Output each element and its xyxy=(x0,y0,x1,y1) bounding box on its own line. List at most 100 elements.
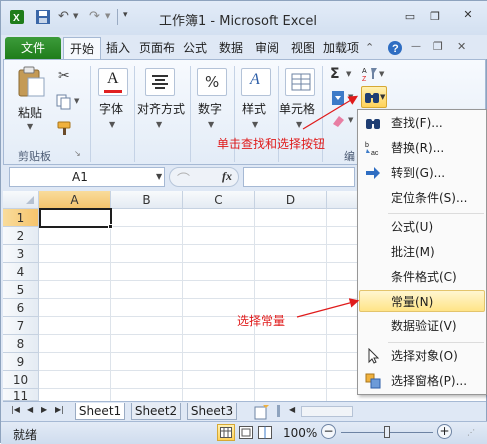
autosum-dropdown-icon[interactable]: ▼ xyxy=(346,70,351,78)
row-header-4[interactable]: 4 xyxy=(3,263,39,281)
row-header-2[interactable]: 2 xyxy=(3,227,39,245)
column-header-c[interactable]: C xyxy=(183,191,255,209)
sort-filter-dropdown-icon[interactable]: ▼ xyxy=(379,70,384,78)
tab-formulas[interactable]: 公式 xyxy=(179,37,211,59)
row-header-11[interactable]: 11 xyxy=(3,389,39,401)
next-sheet-icon[interactable]: ▶ xyxy=(41,405,47,414)
copy-dropdown-icon[interactable]: ▼ xyxy=(74,97,79,105)
row-header-8[interactable]: 8 xyxy=(3,335,39,353)
menu-item-comments[interactable]: 批注(M) xyxy=(359,241,485,263)
tab-addins[interactable]: 加载项 xyxy=(323,37,359,59)
copy-icon[interactable] xyxy=(56,94,72,110)
tab-data[interactable]: 数据 xyxy=(215,37,247,59)
tab-insert[interactable]: 插入 xyxy=(103,37,133,59)
tab-file[interactable]: 文件 xyxy=(5,37,61,59)
row-header-3[interactable]: 3 xyxy=(3,245,39,263)
redo-dropdown-icon[interactable]: ▼ xyxy=(105,12,110,20)
insert-function-icon[interactable]: fx xyxy=(222,169,232,184)
sheet-tab-1[interactable]: Sheet1 xyxy=(75,403,125,420)
number-label[interactable]: 数字 xyxy=(198,100,222,117)
cells-button[interactable] xyxy=(285,68,315,96)
row-header-1[interactable]: 1 xyxy=(3,209,39,227)
tab-page-layout[interactable]: 页面布 xyxy=(137,37,177,59)
insert-sheet-icon[interactable] xyxy=(253,404,271,420)
save-icon[interactable] xyxy=(35,9,51,25)
menu-item-find[interactable]: 查找(F)... xyxy=(359,112,485,134)
page-layout-view-icon[interactable] xyxy=(239,426,253,439)
row-header-6[interactable]: 6 xyxy=(3,299,39,317)
clipboard-launcher-icon[interactable]: ↘ xyxy=(74,149,81,158)
alignment-label[interactable]: 对齐方式 xyxy=(137,100,185,117)
select-all-corner[interactable] xyxy=(3,191,39,209)
undo-dropdown-icon[interactable]: ▼ xyxy=(73,12,78,20)
styles-dropdown-icon[interactable]: ▼ xyxy=(252,120,258,129)
doc-close-icon[interactable]: ✕ xyxy=(457,40,466,53)
paste-icon[interactable] xyxy=(16,66,46,98)
font-dropdown-icon[interactable]: ▼ xyxy=(109,120,115,129)
styles-label[interactable]: 样式 xyxy=(242,100,266,117)
undo-icon[interactable]: ↶ xyxy=(58,9,69,24)
close-icon[interactable]: ✕ xyxy=(455,9,481,25)
menu-item-selection-pane[interactable]: 选择窗格(P)... xyxy=(359,370,485,392)
formula-input[interactable] xyxy=(243,167,355,187)
zoom-level[interactable]: 100% xyxy=(283,426,317,440)
prev-sheet-icon[interactable]: ◀ xyxy=(27,405,33,414)
find-select-button[interactable]: ▼ xyxy=(361,86,387,108)
menu-item-data-validation[interactable]: 数据验证(V) xyxy=(359,315,485,337)
paste-dropdown-icon[interactable]: ▼ xyxy=(27,122,33,131)
tab-split-handle[interactable] xyxy=(277,405,280,417)
paste-label[interactable]: 粘贴 xyxy=(18,104,42,121)
row-header-5[interactable]: 5 xyxy=(3,281,39,299)
column-header-d[interactable]: D xyxy=(255,191,327,209)
cells-label[interactable]: 单元格 xyxy=(279,100,315,117)
menu-item-formulas[interactable]: 公式(U) xyxy=(359,216,485,238)
cells-dropdown-icon[interactable]: ▼ xyxy=(296,120,302,129)
fill-dropdown-icon[interactable]: ▼ xyxy=(348,93,353,101)
horizontal-scrollbar[interactable] xyxy=(301,406,353,417)
cut-icon[interactable]: ✂ xyxy=(58,68,70,84)
font-label[interactable]: 字体 xyxy=(99,100,123,117)
menu-item-select-objects[interactable]: 选择对象(O) xyxy=(359,345,485,367)
customize-qat-icon[interactable]: ▾ xyxy=(123,10,128,20)
sort-filter-icon[interactable]: A Z xyxy=(362,66,378,82)
name-box-dropdown-icon[interactable]: ▼ xyxy=(156,172,162,181)
minimize-ribbon-icon[interactable]: ⌃ xyxy=(365,41,374,54)
sheet-tab-2[interactable]: Sheet2 xyxy=(131,403,181,420)
doc-minimize-icon[interactable]: — xyxy=(411,41,421,52)
row-header-10[interactable]: 10 xyxy=(3,371,39,389)
fill-icon[interactable] xyxy=(330,90,346,106)
tab-view[interactable]: 视图 xyxy=(287,37,319,59)
number-dropdown-icon[interactable]: ▼ xyxy=(208,120,214,129)
clear-icon[interactable] xyxy=(330,114,346,128)
alignment-dropdown-icon[interactable]: ▼ xyxy=(156,120,162,129)
column-header-a[interactable]: A xyxy=(39,191,111,209)
alignment-button[interactable] xyxy=(145,68,175,96)
clear-dropdown-icon[interactable]: ▼ xyxy=(348,116,353,124)
redo-icon[interactable]: ↷ xyxy=(89,9,100,24)
row-header-9[interactable]: 9 xyxy=(3,353,39,371)
row-header-7[interactable]: 7 xyxy=(3,317,39,335)
format-painter-icon[interactable] xyxy=(56,120,74,136)
hscroll-left-icon[interactable]: ◀ xyxy=(289,405,295,414)
menu-item-goto-special[interactable]: 定位条件(S)... xyxy=(359,187,485,209)
menu-item-goto[interactable]: 转到(G)... xyxy=(359,162,485,184)
restore-icon[interactable]: ❐ xyxy=(428,11,442,23)
normal-view-button[interactable] xyxy=(217,424,235,441)
active-cell-a1[interactable] xyxy=(39,208,113,229)
help-icon[interactable]: ? xyxy=(387,40,403,56)
menu-item-replace[interactable]: b ac 替换(R)... xyxy=(359,137,485,159)
font-button[interactable]: A xyxy=(98,68,128,96)
fill-handle[interactable] xyxy=(108,224,113,229)
column-header-b[interactable]: B xyxy=(111,191,183,209)
number-button[interactable]: % xyxy=(197,68,227,96)
zoom-slider-thumb[interactable] xyxy=(384,426,390,438)
first-sheet-icon[interactable]: |◀ xyxy=(11,405,20,414)
tab-home[interactable]: 开始 xyxy=(63,37,101,59)
minimize-icon[interactable]: ▭ xyxy=(403,11,417,23)
doc-restore-icon[interactable]: ❐ xyxy=(433,40,443,53)
styles-button[interactable]: A xyxy=(241,68,271,96)
menu-item-conditional-formatting[interactable]: 条件格式(C) xyxy=(359,266,485,288)
zoom-in-icon[interactable]: + xyxy=(437,424,452,439)
zoom-out-icon[interactable]: − xyxy=(321,424,336,439)
autosum-icon[interactable]: Σ xyxy=(330,66,340,82)
